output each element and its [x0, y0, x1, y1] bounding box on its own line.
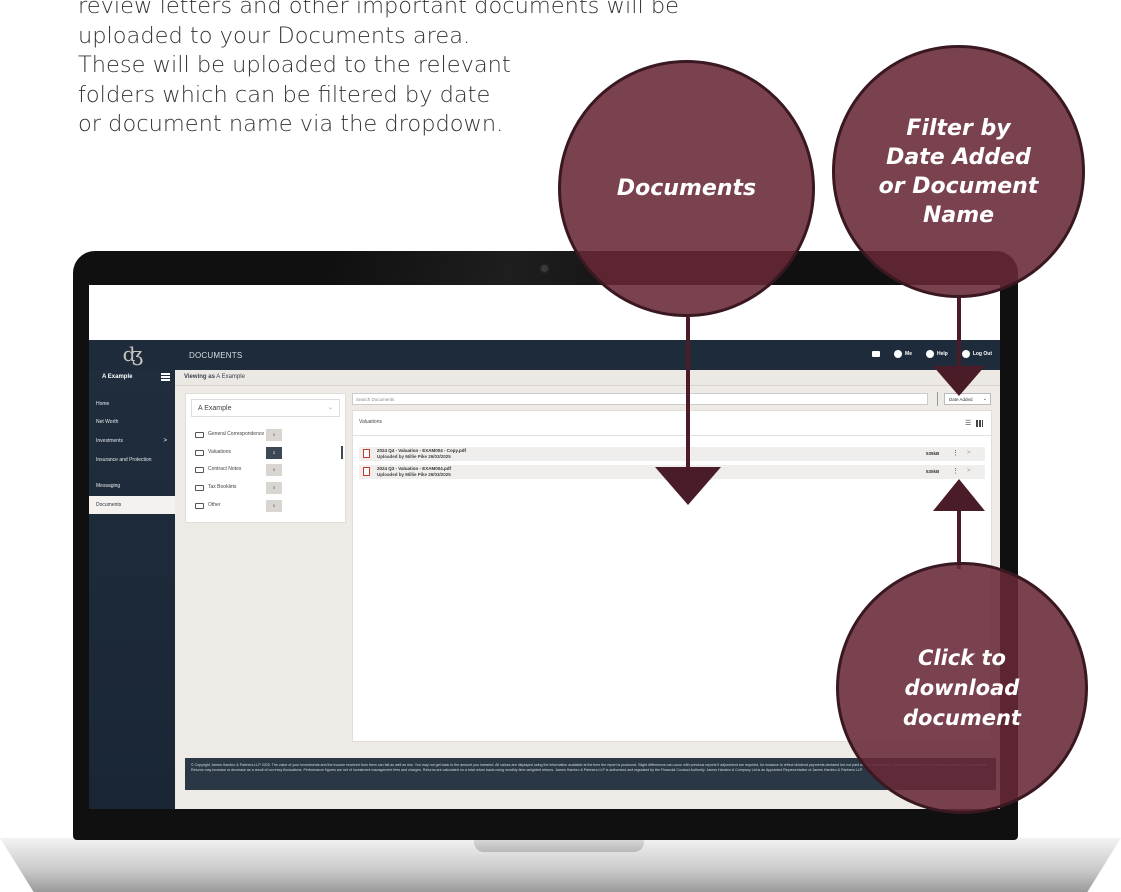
callout-text: download: [904, 676, 1020, 700]
arrow-up-icon: [933, 479, 985, 511]
folder-icon: [195, 450, 204, 456]
client-select[interactable]: A Example ⌄: [191, 399, 340, 417]
hamburger-icon[interactable]: [161, 373, 170, 381]
callout-filter: Filter by Date Added or Document Name: [832, 45, 1085, 298]
chevron-right-icon[interactable]: >: [967, 468, 971, 474]
sidebar-item-label: Investments: [96, 438, 123, 444]
sort-select-value: Date Added: [949, 397, 973, 402]
top-actions: Me Help Log Out: [872, 350, 992, 358]
chevron-right-icon[interactable]: >: [967, 450, 971, 456]
folder-name: General Correspondence: [208, 431, 265, 437]
mail-icon: [872, 351, 881, 357]
sidebar-item-insurance[interactable]: Insurance and Protection: [89, 451, 175, 469]
viewing-name: A Example: [216, 374, 245, 380]
sidebar-item-home[interactable]: Home: [89, 395, 175, 413]
callout-text: Date Added: [886, 144, 1031, 170]
search-input[interactable]: Search Documents: [352, 393, 928, 405]
document-name: 2024 Q4 - Valuation - EXAM004 - Copy.pdf: [377, 448, 466, 453]
folder-item[interactable]: General Correspondence 0: [195, 429, 340, 441]
document-uploaded: Uploaded by Millie Pike 26/03/2025: [377, 454, 451, 459]
callout-documents: Documents: [558, 60, 815, 317]
callout-text: Name: [922, 202, 995, 228]
folder-name: Contract Notes: [208, 466, 242, 472]
folder-item[interactable]: Valuations 2: [195, 447, 340, 459]
sidebar-user-name: A Example: [102, 374, 133, 380]
sidebar-item-documents[interactable]: Documents: [89, 496, 175, 514]
page-title: DOCUMENTS: [189, 351, 243, 360]
sidebar-item-label: Net Worth: [96, 419, 119, 425]
callout-text: or Document: [878, 173, 1039, 199]
mail-button[interactable]: [872, 351, 881, 357]
user-icon: [894, 350, 903, 358]
me-label: Me: [905, 351, 912, 357]
sidebar-item-messaging[interactable]: Messaging: [89, 477, 175, 495]
document-size: 535kB: [926, 469, 940, 474]
folder-item[interactable]: Tax Booklets 0: [195, 482, 340, 494]
document-uploaded: Uploaded by Millie Pike 26/03/2025: [377, 472, 451, 477]
more-options-icon[interactable]: ⋮: [952, 467, 959, 475]
power-icon: [961, 350, 970, 358]
viewing-bar: [175, 370, 1000, 386]
sidebar-item-label: Home: [96, 401, 110, 407]
client-select-value: A Example: [198, 405, 232, 412]
arrow-shaft: [686, 317, 690, 469]
folder-name: Valuations: [208, 449, 231, 455]
pdf-icon: [363, 449, 370, 458]
arrow-down-icon: [655, 467, 721, 505]
more-options-icon[interactable]: ⋮: [952, 449, 959, 457]
logout-label: Log Out: [972, 351, 992, 357]
sidebar-item-label: Documents: [96, 502, 122, 508]
intro-line: review letters and other important docum…: [78, 0, 679, 19]
arrow-shaft: [957, 298, 961, 368]
callout-text: Filter by: [906, 115, 1011, 141]
folder-name: Other: [208, 502, 221, 508]
viewing-as-label: Viewing as A Example: [184, 374, 245, 380]
folder-count: 0: [266, 464, 282, 476]
camera-icon: [539, 263, 550, 274]
sidebar-item-investments[interactable]: Investments >: [89, 432, 175, 450]
callout-text: document: [903, 706, 1021, 730]
viewing-prefix: Viewing as: [184, 374, 215, 380]
folder-icon: [195, 503, 204, 509]
folder-count: 0: [266, 482, 282, 494]
folder-count: 0: [266, 500, 282, 512]
sidebar-item-label: Insurance and Protection: [96, 457, 152, 463]
chevron-down-icon: ⌄: [327, 405, 333, 411]
callout-text: Click to: [917, 646, 1006, 670]
active-folder-marker: [341, 446, 343, 459]
arrow-shaft: [957, 509, 961, 569]
callout-download: Click to download document: [836, 562, 1088, 814]
divider: [352, 435, 992, 436]
help-label: Help: [936, 351, 948, 357]
logout-button[interactable]: Log Out: [961, 350, 992, 358]
document-row[interactable]: 2024 Q4 - Valuation - EXAM004 - Copy.pdf…: [359, 447, 985, 461]
folder-icon: [195, 485, 204, 491]
folder-name: Tax Booklets: [208, 484, 237, 490]
folder-count: 2: [266, 447, 282, 459]
document-name: 2024 Q3 - Valuation - EXAM004.pdf: [377, 466, 452, 471]
folder-icon: [195, 467, 204, 473]
me-button[interactable]: Me: [894, 350, 912, 358]
brand-logo[interactable]: ʤ: [117, 340, 149, 370]
intro-line: uploaded to your Documents area.: [78, 22, 471, 49]
help-button[interactable]: Help: [925, 350, 948, 358]
folder-count: 0: [266, 429, 282, 441]
folder-item[interactable]: Contract Notes 0: [195, 464, 340, 476]
help-icon: [925, 350, 934, 358]
sidebar-item-net-worth[interactable]: Net Worth: [89, 413, 175, 431]
chevron-right-icon: >: [163, 438, 167, 444]
folder-icon: [195, 432, 204, 438]
callout-text: Documents: [616, 176, 757, 201]
list-view-icon[interactable]: ☰: [965, 419, 971, 427]
laptop-notch: [474, 838, 644, 852]
arrow-down-icon: [933, 366, 985, 396]
pdf-icon: [363, 467, 370, 476]
sidebar-item-label: Messaging: [96, 483, 121, 489]
documents-folder-title: Valuations: [359, 419, 382, 425]
stage: { "intro": { "lines": [ "review letters …: [0, 0, 1121, 892]
folder-item[interactable]: Other 0: [195, 500, 340, 512]
grid-view-icon[interactable]: [976, 420, 983, 427]
document-size: 535kB: [926, 451, 940, 456]
